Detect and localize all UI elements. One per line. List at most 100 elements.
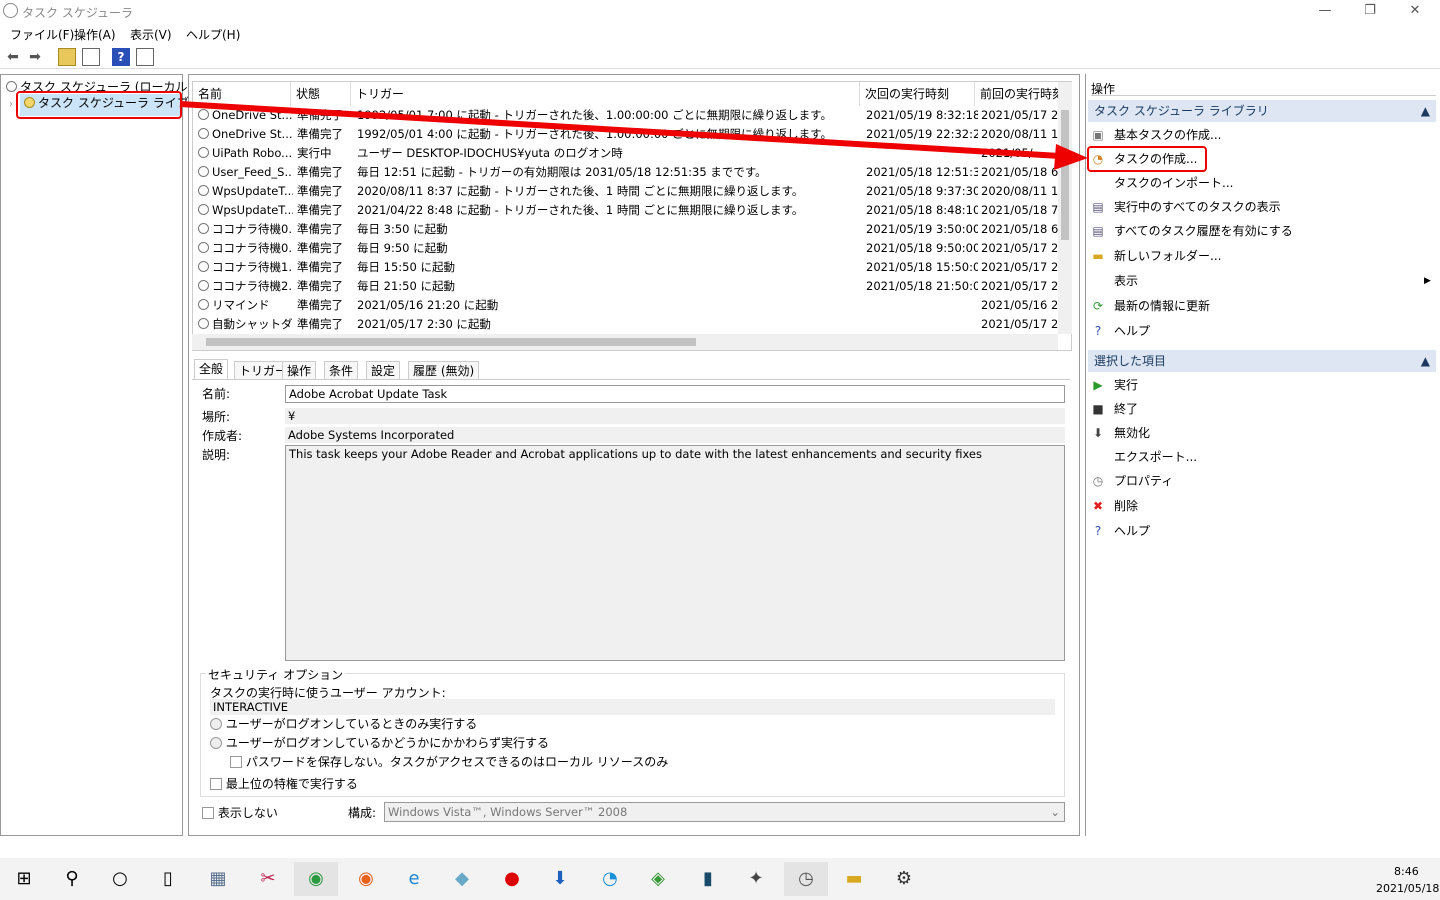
search-icon[interactable]: ⚲ <box>50 862 94 896</box>
action-item[interactable]: タスクのインポート... <box>1090 172 1233 194</box>
table-row[interactable]: ココナラ待機2... 準備完了 毎日 21:50 に起動 2021/05/18 21:… <box>193 277 1061 296</box>
window-title: タスク スケジューラ <box>22 6 133 20</box>
action-item[interactable]: エクスポート... <box>1090 446 1197 468</box>
table-row[interactable]: ココナラ待機0... 準備完了 毎日 9:50 に起動 2021/05/18 9:50… <box>193 239 1061 258</box>
vertical-scrollbar[interactable] <box>1058 82 1072 334</box>
radio-button[interactable] <box>210 737 222 749</box>
table-row[interactable]: UiPath Robo... 実行中 ユーザー DESKTOP-IDOCHUS¥yu… <box>193 144 1059 163</box>
section-library[interactable]: タスク スケジューラ ライブラリ ▲ <box>1088 100 1436 122</box>
clock-date[interactable]: 2021/05/18 <box>1376 882 1439 895</box>
chrome-icon[interactable]: ◉ <box>294 862 338 896</box>
checkbox[interactable] <box>230 756 242 768</box>
folder-up-icon[interactable] <box>58 48 76 66</box>
highest-privileges-option[interactable]: 最上位の特権で実行する <box>210 775 358 792</box>
hidden-option[interactable]: 表示しない <box>202 804 278 821</box>
collapse-icon[interactable]: ▲ <box>1421 100 1430 122</box>
scroll-thumb[interactable] <box>1061 110 1069 240</box>
action-item[interactable]: ▤ すべてのタスク履歴を有効にする <box>1090 220 1292 242</box>
column-header-trigger[interactable]: トリガー <box>351 82 860 106</box>
action-item[interactable]: ▤ 実行中のすべてのタスクの表示 <box>1090 196 1280 218</box>
layers-icon[interactable]: ◈ <box>636 862 680 896</box>
tab-history[interactable]: 履歴 (無効) <box>408 361 480 379</box>
action-item[interactable]: ? ヘルプ <box>1090 520 1150 542</box>
table-cell: 2021/05/18 9:37:30 <box>866 184 978 198</box>
snipping-tool-icon[interactable]: ✂ <box>246 862 290 896</box>
back-icon[interactable]: ⬅ <box>4 48 22 66</box>
action-item[interactable]: ◷ プロパティ <box>1090 470 1174 492</box>
edge-icon[interactable]: ◔ <box>588 862 632 896</box>
show-hide-tree-icon[interactable] <box>82 48 100 66</box>
configure-dropdown[interactable]: Windows Vista™, Windows Server™ 2008 ⌄ <box>384 802 1065 822</box>
name-field[interactable]: Adobe Acrobat Update Task <box>285 385 1065 403</box>
refresh-icon: ⟳ <box>1092 299 1104 313</box>
menu-file[interactable]: ファイル(F) <box>10 26 74 43</box>
action-item[interactable]: ⬇ 無効化 <box>1090 422 1150 444</box>
menu-view[interactable]: 表示(V) <box>130 26 172 43</box>
radio-button[interactable] <box>210 718 222 730</box>
horizontal-scrollbar[interactable] <box>192 334 1058 350</box>
task-scheduler-icon[interactable]: ◷ <box>784 862 828 896</box>
table-row[interactable]: User_Feed_S... 準備完了 毎日 12:51 に起動 - トリガーの有効… <box>193 163 1061 182</box>
scroll-thumb[interactable] <box>206 338 696 346</box>
run-whether-logged-on-option[interactable]: ユーザーがログオンしているかどうかにかかわらず実行する <box>210 734 549 751</box>
table-row[interactable]: ココナラ待機0... 準備完了 毎日 3:50 に起動 2021/05/19 3:50… <box>193 220 1061 239</box>
calculator-icon[interactable]: ▦ <box>196 862 240 896</box>
clock-time[interactable]: 8:46 <box>1394 865 1419 878</box>
show-hide-action-pane-icon[interactable] <box>136 48 154 66</box>
download-icon[interactable]: ⬇ <box>538 862 582 896</box>
action-item[interactable]: 表示 ▶ <box>1090 270 1431 292</box>
section-selected-item[interactable]: 選択した項目 ▲ <box>1088 350 1436 372</box>
help-icon[interactable]: ? <box>112 48 130 66</box>
configure-label: 構成: <box>348 806 377 820</box>
table-row[interactable]: OneDrive St... 準備完了 1992/05/01 7:00 に起動 - … <box>193 106 1061 125</box>
cortana-icon[interactable]: ○ <box>98 862 142 896</box>
table-row[interactable]: OneDrive St... 準備完了 1992/05/01 4:00 に起動 - … <box>193 125 1061 144</box>
menu-help[interactable]: ヘルプ(H) <box>186 26 240 43</box>
collapse-icon[interactable]: ▲ <box>1421 350 1430 372</box>
tab-settings[interactable]: 設定 <box>366 361 401 379</box>
action-item[interactable]: ▶ 実行 <box>1090 374 1138 396</box>
checkbox[interactable] <box>202 807 214 819</box>
description-field[interactable]: This task keeps your Adobe Reader and Ac… <box>285 445 1065 661</box>
table-row[interactable]: WpsUpdateT... 準備完了 2020/08/11 8:37 に起動 - ト… <box>193 182 1061 201</box>
action-item[interactable]: ? ヘルプ <box>1090 320 1150 342</box>
column-header-next-run[interactable]: 次回の実行時刻 <box>860 82 975 106</box>
file-explorer-icon[interactable]: ▬ <box>832 862 876 896</box>
column-header-status[interactable]: 状態 <box>291 82 351 106</box>
action-item[interactable]: ⟳ 最新の情報に更新 <box>1090 295 1210 317</box>
checkbox[interactable] <box>210 778 222 790</box>
run-when-logged-on-option[interactable]: ユーザーがログオンしているときのみ実行する <box>210 715 477 732</box>
chevron-right-icon[interactable]: › <box>9 99 13 110</box>
table-row[interactable]: WpsUpdateT... 準備完了 2021/04/22 8:48 に起動 - ト… <box>193 201 1061 220</box>
forward-icon[interactable]: ➡ <box>26 48 44 66</box>
table-row[interactable]: リマインド 準備完了 2021/05/16 21:20 に起動 2021/05/16 … <box>193 296 1061 315</box>
tab-actions[interactable]: 操作 <box>282 361 317 379</box>
table-cell: User_Feed_S... <box>198 163 293 182</box>
table-row[interactable]: ココナラ待機1... 準備完了 毎日 15:50 に起動 2021/05/18 15:… <box>193 258 1061 277</box>
table-row[interactable]: 自動シャットダ... 準備完了 2021/05/17 2:30 に起動 2021/05… <box>193 315 1061 334</box>
task-view-icon[interactable]: ▯ <box>146 862 190 896</box>
firefox-icon[interactable]: ◉ <box>344 862 388 896</box>
internet-explorer-icon[interactable]: e <box>392 862 436 896</box>
app-icon[interactable]: ◆ <box>440 862 484 896</box>
do-not-store-password-option[interactable]: パスワードを保存しない。タスクがアクセスできるのはローカル リソースのみ <box>230 753 668 770</box>
menu-action[interactable]: 操作(A) <box>74 26 116 43</box>
record-icon[interactable]: ● <box>490 862 534 896</box>
close-button[interactable]: ✕ <box>1392 0 1438 22</box>
settings-gear-icon[interactable]: ⚙ <box>882 862 926 896</box>
table-cell: WpsUpdateT... <box>198 182 293 201</box>
action-item[interactable]: ▬ 新しいフォルダー... <box>1090 245 1221 267</box>
action-item[interactable]: ✖ 削除 <box>1090 495 1138 517</box>
tab-general[interactable]: 全般 <box>194 359 229 379</box>
action-item[interactable]: ▣ 基本タスクの作成... <box>1090 124 1221 146</box>
column-header-name[interactable]: 名前 <box>193 82 291 106</box>
book-icon[interactable]: ▮ <box>686 862 730 896</box>
table-cell: リマインド <box>198 296 293 315</box>
minimize-button[interactable]: — <box>1302 0 1348 22</box>
action-item[interactable]: ■ 終了 <box>1090 398 1138 420</box>
maximize-button[interactable]: ❐ <box>1347 0 1393 22</box>
start-icon[interactable]: ⊞ <box>2 862 46 896</box>
gimp-icon[interactable]: ✦ <box>734 862 778 896</box>
tab-conditions[interactable]: 条件 <box>324 361 359 379</box>
clock-icon <box>198 128 209 139</box>
